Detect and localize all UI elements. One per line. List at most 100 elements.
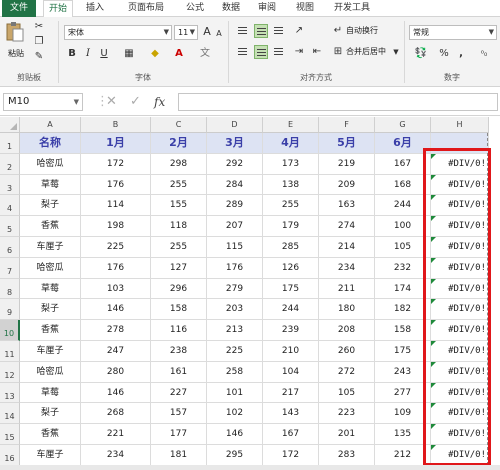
number-format-select[interactable]: 常规 ▼: [409, 25, 497, 40]
cell-a6[interactable]: 车厘子: [20, 237, 81, 258]
percent-button[interactable]: %: [437, 47, 451, 61]
cell-e2[interactable]: 173: [263, 153, 319, 175]
column-header-a[interactable]: A: [20, 117, 81, 133]
bold-button[interactable]: B: [66, 47, 78, 61]
cell-f7[interactable]: 234: [319, 257, 375, 279]
cell-d4[interactable]: 289: [207, 195, 263, 217]
cell-f6[interactable]: 214: [319, 237, 375, 258]
row-header-7[interactable]: 7: [0, 257, 20, 279]
cell-d16[interactable]: 295: [207, 445, 263, 466]
tab-file[interactable]: 文件: [2, 0, 36, 17]
font-color-icon[interactable]: A: [172, 47, 186, 61]
cell-a10[interactable]: 香蕉: [20, 320, 81, 341]
format-painter-icon[interactable]: ✎: [32, 50, 46, 64]
paste-button[interactable]: [4, 21, 26, 45]
cell-e3[interactable]: 138: [263, 174, 319, 196]
shrink-font-button[interactable]: A: [214, 27, 224, 41]
cell-c5[interactable]: 118: [151, 216, 207, 237]
cell-f13[interactable]: 105: [319, 382, 375, 404]
row-header-1[interactable]: 1: [0, 133, 20, 154]
cell-c11[interactable]: 238: [151, 341, 207, 362]
cell-f1[interactable]: 5月: [319, 133, 375, 154]
cell-f14[interactable]: 223: [319, 403, 375, 425]
tab-developer[interactable]: 开发工具: [330, 0, 374, 17]
align-center-button[interactable]: [254, 45, 268, 59]
tab-view[interactable]: 视图: [290, 0, 320, 17]
cell-e5[interactable]: 179: [263, 216, 319, 237]
cell-b1[interactable]: 1月: [81, 133, 151, 154]
cell-d2[interactable]: 292: [207, 153, 263, 175]
cell-e16[interactable]: 172: [263, 445, 319, 466]
cell-c14[interactable]: 157: [151, 403, 207, 425]
cell-d1[interactable]: 3月: [207, 133, 263, 154]
select-all-button[interactable]: [0, 117, 20, 133]
row-header-11[interactable]: 11: [0, 341, 20, 362]
underline-button[interactable]: U: [98, 47, 110, 61]
row-header-15[interactable]: 15: [0, 424, 20, 445]
cell-c16[interactable]: 181: [151, 445, 207, 466]
cell-c3[interactable]: 255: [151, 174, 207, 196]
cell-b7[interactable]: 176: [81, 257, 151, 279]
cell-c13[interactable]: 227: [151, 382, 207, 404]
cell-a15[interactable]: 香蕉: [20, 424, 81, 445]
cell-a8[interactable]: 草莓: [20, 278, 81, 300]
chevron-down-icon[interactable]: ▼: [392, 45, 400, 59]
grow-font-button[interactable]: A: [202, 25, 212, 39]
cell-d5[interactable]: 207: [207, 216, 263, 237]
cancel-icon[interactable]: ✕: [106, 93, 117, 111]
cell-a2[interactable]: 哈密瓜: [20, 153, 81, 175]
name-box[interactable]: M10 ▼: [3, 93, 83, 111]
cell-d10[interactable]: 213: [207, 320, 263, 341]
cell-b3[interactable]: 176: [81, 174, 151, 196]
align-right-button[interactable]: [272, 45, 286, 59]
tab-formulas[interactable]: 公式: [180, 0, 210, 17]
column-header-f[interactable]: F: [319, 117, 375, 133]
cell-d13[interactable]: 101: [207, 382, 263, 404]
cell-c9[interactable]: 158: [151, 299, 207, 321]
cell-e7[interactable]: 126: [263, 257, 319, 279]
indent-icon[interactable]: ⇥: [292, 45, 306, 59]
cell-a16[interactable]: 车厘子: [20, 445, 81, 466]
cell-c8[interactable]: 296: [151, 278, 207, 300]
row-header-12[interactable]: 12: [0, 361, 20, 383]
cell-b8[interactable]: 103: [81, 278, 151, 300]
cell-f3[interactable]: 209: [319, 174, 375, 196]
row-header-2[interactable]: 2: [0, 153, 20, 175]
cut-icon[interactable]: ✂: [32, 20, 46, 34]
column-header-b[interactable]: B: [81, 117, 151, 133]
column-header-e[interactable]: E: [263, 117, 319, 133]
cell-c1[interactable]: 2月: [151, 133, 207, 154]
fill-color-icon[interactable]: ◆: [148, 47, 162, 61]
cell-c12[interactable]: 161: [151, 361, 207, 383]
row-header-13[interactable]: 13: [0, 382, 20, 404]
cell-c7[interactable]: 127: [151, 257, 207, 279]
cell-b16[interactable]: 234: [81, 445, 151, 466]
row-header-5[interactable]: 5: [0, 216, 20, 237]
cell-c10[interactable]: 116: [151, 320, 207, 341]
cell-b13[interactable]: 146: [81, 382, 151, 404]
cell-c4[interactable]: 155: [151, 195, 207, 217]
cell-e9[interactable]: 244: [263, 299, 319, 321]
enter-icon[interactable]: ✓: [130, 93, 141, 111]
cell-b11[interactable]: 247: [81, 341, 151, 362]
cell-f16[interactable]: 283: [319, 445, 375, 466]
cell-d7[interactable]: 176: [207, 257, 263, 279]
row-header-9[interactable]: 9: [0, 299, 20, 321]
cell-f5[interactable]: 274: [319, 216, 375, 237]
cell-b4[interactable]: 114: [81, 195, 151, 217]
cell-d6[interactable]: 115: [207, 237, 263, 258]
row-header-16[interactable]: 16: [0, 445, 20, 466]
orientation-icon[interactable]: ↗: [292, 24, 306, 38]
cell-e11[interactable]: 210: [263, 341, 319, 362]
cell-c6[interactable]: 255: [151, 237, 207, 258]
cell-d14[interactable]: 102: [207, 403, 263, 425]
column-header-c[interactable]: C: [151, 117, 207, 133]
cell-e4[interactable]: 255: [263, 195, 319, 217]
cell-a11[interactable]: 车厘子: [20, 341, 81, 362]
row-header-4[interactable]: 4: [0, 195, 20, 217]
increase-decimal-icon[interactable]: ⁰₀: [474, 47, 494, 61]
cell-a1[interactable]: 名称: [20, 133, 81, 154]
copy-icon[interactable]: ❐: [32, 35, 46, 49]
cell-b12[interactable]: 280: [81, 361, 151, 383]
cell-e14[interactable]: 143: [263, 403, 319, 425]
